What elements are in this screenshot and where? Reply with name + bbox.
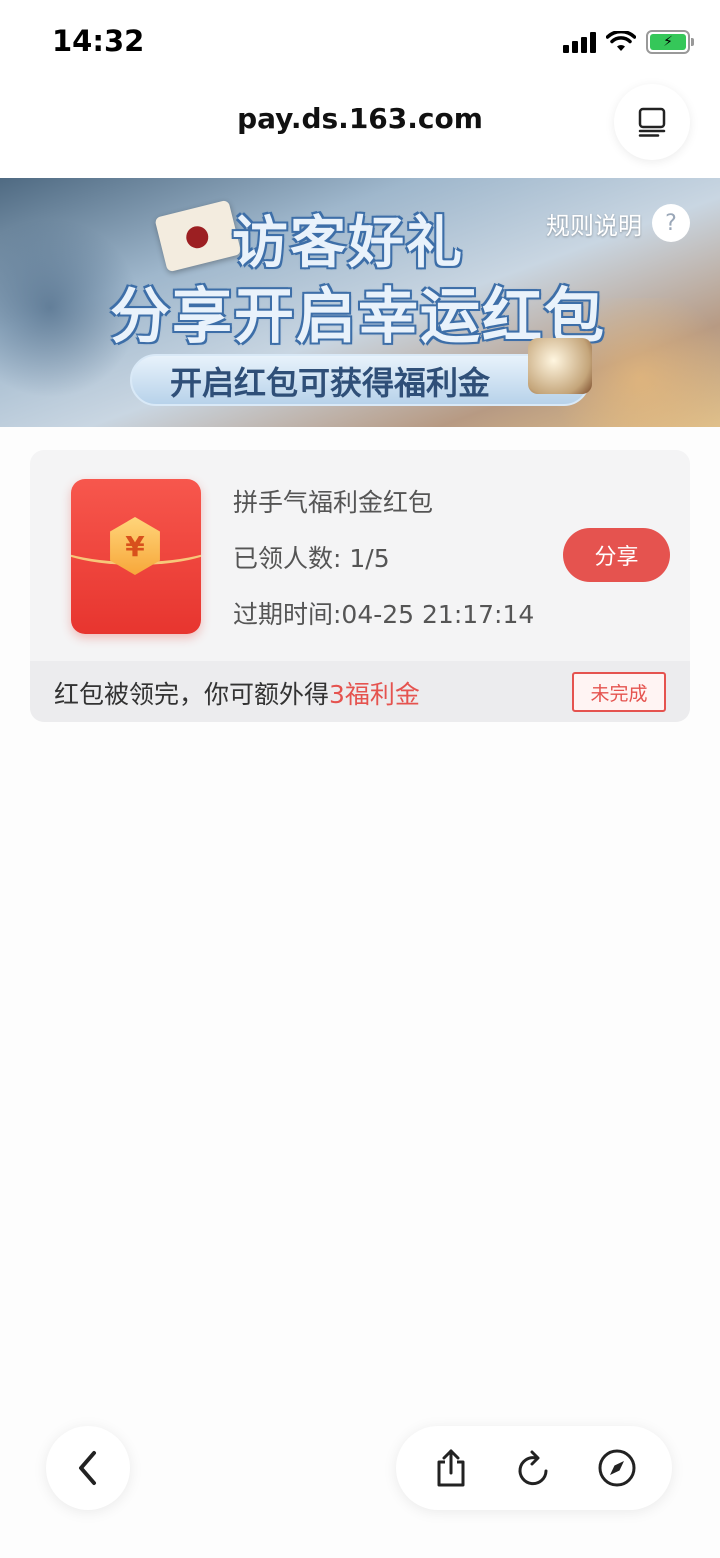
url-bar: pay.ds.163.com xyxy=(0,84,720,178)
compass-button[interactable] xyxy=(587,1438,647,1498)
back-button[interactable] xyxy=(46,1426,130,1510)
card-footer: 红包被领完，你可额外得3福利金 未完成 xyxy=(30,661,690,722)
bonus-note-prefix: 红包被领完，你可额外得 xyxy=(54,680,330,709)
reload-icon xyxy=(518,1450,548,1486)
promo-banner: 访客好礼 分享开启幸运红包 开启红包可获得福利金 规则说明 ? xyxy=(0,178,720,427)
rules-link[interactable]: 规则说明 ? xyxy=(546,204,690,242)
share-button[interactable]: 分享 xyxy=(563,528,670,582)
banner-subtitle: 开启红包可获得福利金 xyxy=(170,364,491,402)
claimed-count: 已领人数: 1/5 xyxy=(233,544,390,573)
rules-label: 规则说明 xyxy=(546,211,642,240)
tabs-icon xyxy=(638,107,666,137)
card-title: 拼手气福利金红包 xyxy=(233,488,434,517)
treasure-chest-icon xyxy=(528,338,592,394)
compass-icon xyxy=(598,1449,636,1487)
red-packet-icon: ¥ xyxy=(71,479,201,634)
share-icon xyxy=(437,1449,465,1487)
banner-title-line1: 访客好礼 xyxy=(232,211,464,276)
status-icons: ⚡ xyxy=(563,30,694,54)
bonus-amount: 3福利金 xyxy=(329,680,420,709)
tabs-button[interactable] xyxy=(614,84,690,160)
chevron-left-icon xyxy=(79,1451,96,1485)
status-time: 14:32 xyxy=(52,24,145,58)
browser-toolbar xyxy=(396,1426,672,1510)
expire-time: 过期时间:04-25 21:17:14 xyxy=(233,600,535,629)
signal-icon xyxy=(563,31,596,53)
share-page-button[interactable] xyxy=(421,1438,481,1498)
envelope-icon xyxy=(154,199,242,273)
red-packet-card: ¥ 拼手气福利金红包 已领人数: 1/5 过期时间:04-25 21:17:14… xyxy=(30,450,690,722)
help-icon: ? xyxy=(652,204,690,242)
bonus-note: 红包被领完，你可额外得3福利金 xyxy=(54,675,420,711)
status-badge: 未完成 xyxy=(572,672,666,712)
url-text[interactable]: pay.ds.163.com xyxy=(0,102,720,135)
status-bar: 14:32 ⚡ xyxy=(0,0,720,86)
reload-button[interactable] xyxy=(504,1438,564,1498)
wifi-icon xyxy=(606,31,636,51)
battery-icon: ⚡ xyxy=(646,30,694,54)
